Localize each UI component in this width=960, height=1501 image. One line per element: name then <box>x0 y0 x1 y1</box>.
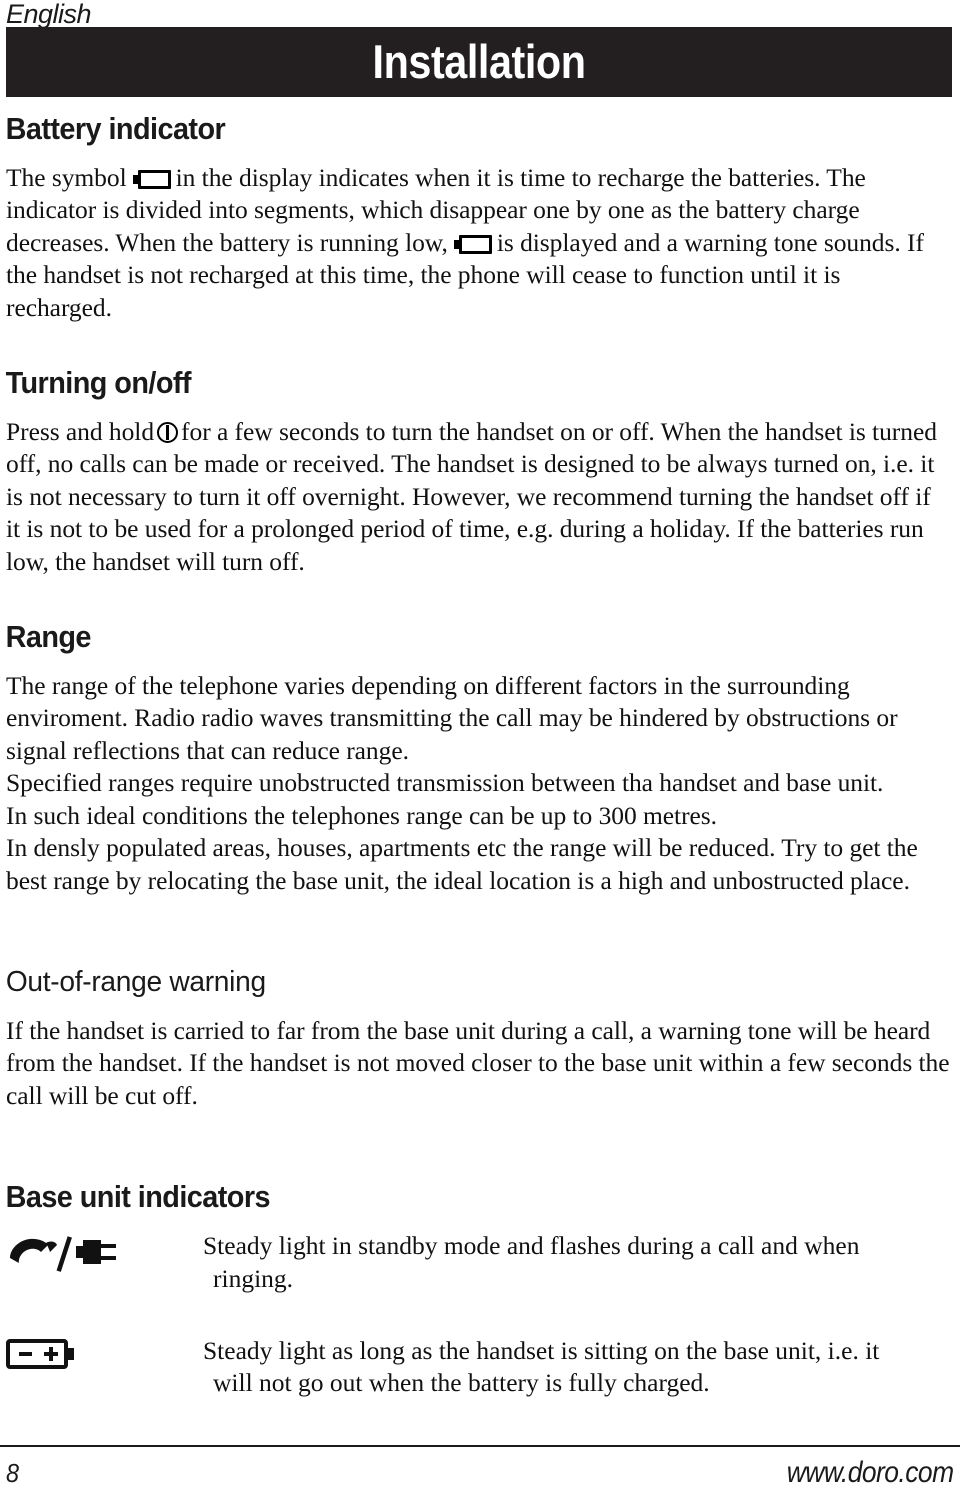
paragraph-turning-on-off: Press and hold for a few seconds to turn … <box>0 416 960 578</box>
page-footer: 8 www.doro.com <box>0 1451 960 1501</box>
page-number: 8 <box>6 1458 20 1488</box>
paragraph-battery-indicator: The symbol in the display indicates when … <box>0 162 960 324</box>
paragraph-range-4: In densly populated areas, houses, apart… <box>6 833 918 895</box>
power-button-icon <box>157 422 179 444</box>
document-page: English Installation Battery indicator T… <box>0 0 960 1501</box>
paragraph-range-3: In such ideal conditions the telephones … <box>6 800 717 830</box>
battery-minus-plus-icon <box>6 1337 176 1381</box>
page-title-bar: Installation <box>6 27 952 97</box>
paragraph-range-1: The range of the telephone varies depend… <box>6 671 898 765</box>
phone-handset-slash-plug-icon <box>6 1232 176 1276</box>
heading-turning-on-off: Turning on/off <box>5 365 192 401</box>
section-base-unit-indicators: Base unit indicators Steady light in sta… <box>0 1178 960 1400</box>
section-turning-on-off: Turning on/off Press and hold for a few s… <box>0 364 960 578</box>
section-out-of-range-warning: Out-of-range warning If the handset is c… <box>0 963 960 1112</box>
page-title: Installation <box>372 35 586 88</box>
indicator-line-2: ringing. <box>213 1263 294 1293</box>
section-battery-indicator: Battery indicator The symbol in the displ… <box>0 110 960 324</box>
indicator-row: Steady light in standby mode and flashes… <box>0 1230 960 1295</box>
heading-range: Range <box>5 619 92 655</box>
indicator-line-1: Steady light as long as the handset is s… <box>203 1335 880 1365</box>
indicator-row: Steady light as long as the handset is s… <box>0 1335 960 1400</box>
turning-text-part-1: Press and hold <box>6 417 155 447</box>
footer-divider <box>0 1445 960 1447</box>
indicator-line-1: Steady light in standby mode and flashes… <box>203 1231 860 1261</box>
paragraph-range-2: Specified ranges require unobstructed tr… <box>6 768 884 798</box>
battery-text-part-1: The symbol <box>6 163 127 192</box>
indicator-line-2: will not go out when the battery is full… <box>213 1368 710 1398</box>
paragraph-out-of-range-warning: If the handset is carried to far from th… <box>6 1015 950 1110</box>
battery-empty-icon <box>132 170 171 189</box>
section-range: Range The range of the telephone varies … <box>0 618 960 897</box>
battery-empty-icon <box>453 234 492 254</box>
heading-battery-indicator: Battery indicator <box>5 111 226 146</box>
page-content: Battery indicator The symbol in the displ… <box>0 110 960 1400</box>
heading-base-unit-indicators: Base unit indicators <box>5 1179 271 1215</box>
website-url: www.doro.com <box>787 1456 954 1489</box>
heading-out-of-range-warning: Out-of-range warning <box>5 965 266 998</box>
language-label: English <box>6 0 92 29</box>
